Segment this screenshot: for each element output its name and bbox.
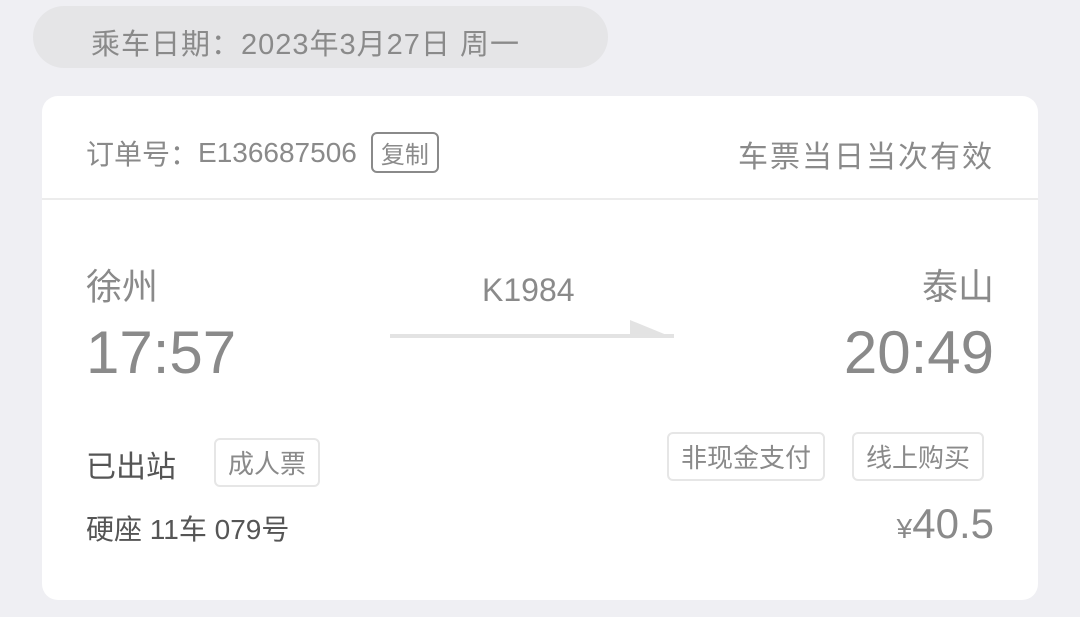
departure-time: 17:57	[86, 319, 237, 386]
copy-button[interactable]: 复制	[370, 132, 439, 173]
order-number: E136687506	[198, 136, 357, 168]
order-label: 订单号：	[86, 138, 199, 170]
price-amount: 40.5	[912, 500, 994, 547]
ticket-status: 已出站	[86, 451, 176, 484]
train-number: K1984	[482, 272, 575, 308]
payment-tag: 非现金支付	[667, 432, 826, 481]
departure-station: 徐州	[86, 266, 159, 307]
ticket-price: ¥40.5	[897, 500, 994, 548]
order-info: 订单号： E136687506 复制	[86, 132, 439, 173]
purchase-tag: 线上购买	[852, 432, 985, 481]
arrival-time: 20:49	[843, 319, 994, 386]
arrival-station: 泰山	[921, 266, 994, 307]
validity-note: 车票当日当次有效	[738, 141, 994, 174]
ticket-card: 订单号： E136687506 复制 车票当日当次有效 徐州 17:57 K19…	[42, 96, 1038, 600]
ticket-header: 订单号： E136687506 复制 车票当日当次有效	[42, 96, 1038, 200]
right-arrow-icon	[390, 320, 674, 338]
travel-date: 乘车日期：2023年3月27日 周一	[91, 29, 520, 61]
travel-date-banner: 乘车日期：2023年3月27日 周一	[33, 6, 608, 68]
currency-symbol: ¥	[896, 513, 913, 544]
seat-info: 硬座 11车 079号	[86, 514, 290, 545]
ticket-type-tag: 成人票	[214, 438, 321, 487]
